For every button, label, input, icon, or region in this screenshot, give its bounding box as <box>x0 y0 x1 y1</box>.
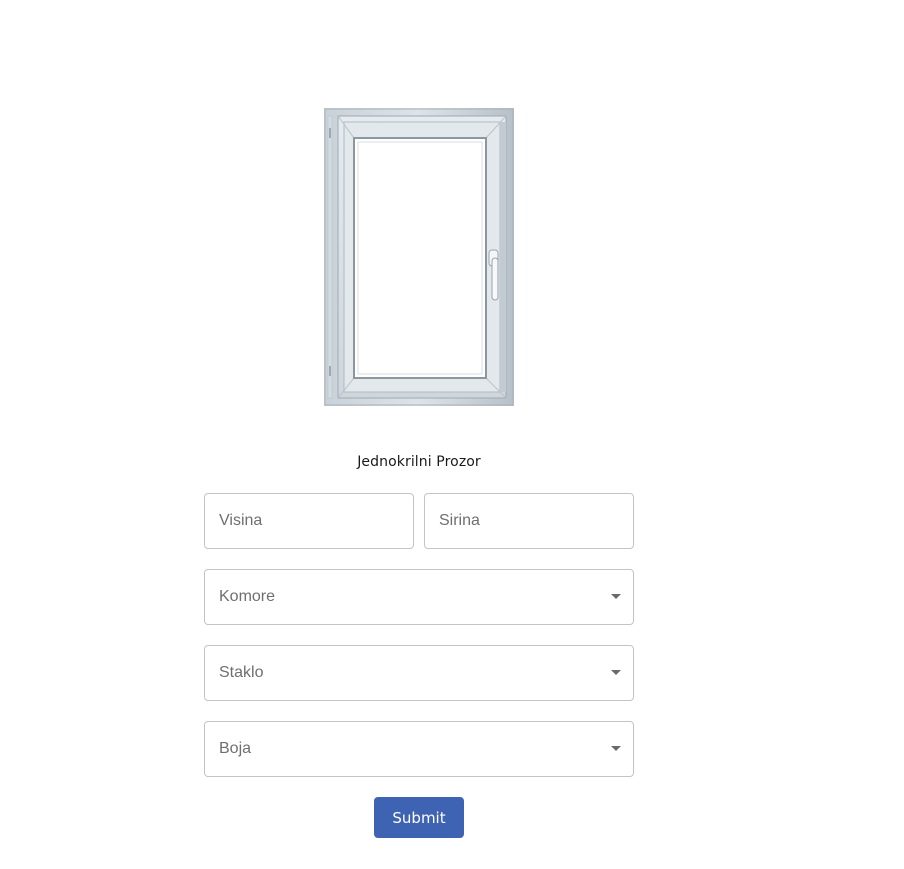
sirina-field[interactable] <box>424 493 634 549</box>
dropdown-arrow-icon <box>611 670 621 675</box>
staklo-select[interactable]: Staklo <box>204 645 634 701</box>
window-image-drawing <box>324 108 514 406</box>
komore-select[interactable]: Komore <box>204 569 634 625</box>
submit-button[interactable]: Submit <box>374 797 464 838</box>
product-title: Jednokrilni Prozor <box>357 454 481 470</box>
visina-input[interactable] <box>205 494 413 548</box>
komore-select-label: Komore <box>219 588 276 605</box>
boja-select-label: Boja <box>219 740 252 757</box>
dropdown-arrow-icon <box>611 746 621 751</box>
visina-field[interactable] <box>204 493 414 549</box>
staklo-select-label: Staklo <box>219 664 264 681</box>
boja-select[interactable]: Boja <box>204 721 634 777</box>
dropdown-arrow-icon <box>611 594 621 599</box>
sirina-input[interactable] <box>425 494 633 548</box>
window-product-image <box>324 108 514 406</box>
